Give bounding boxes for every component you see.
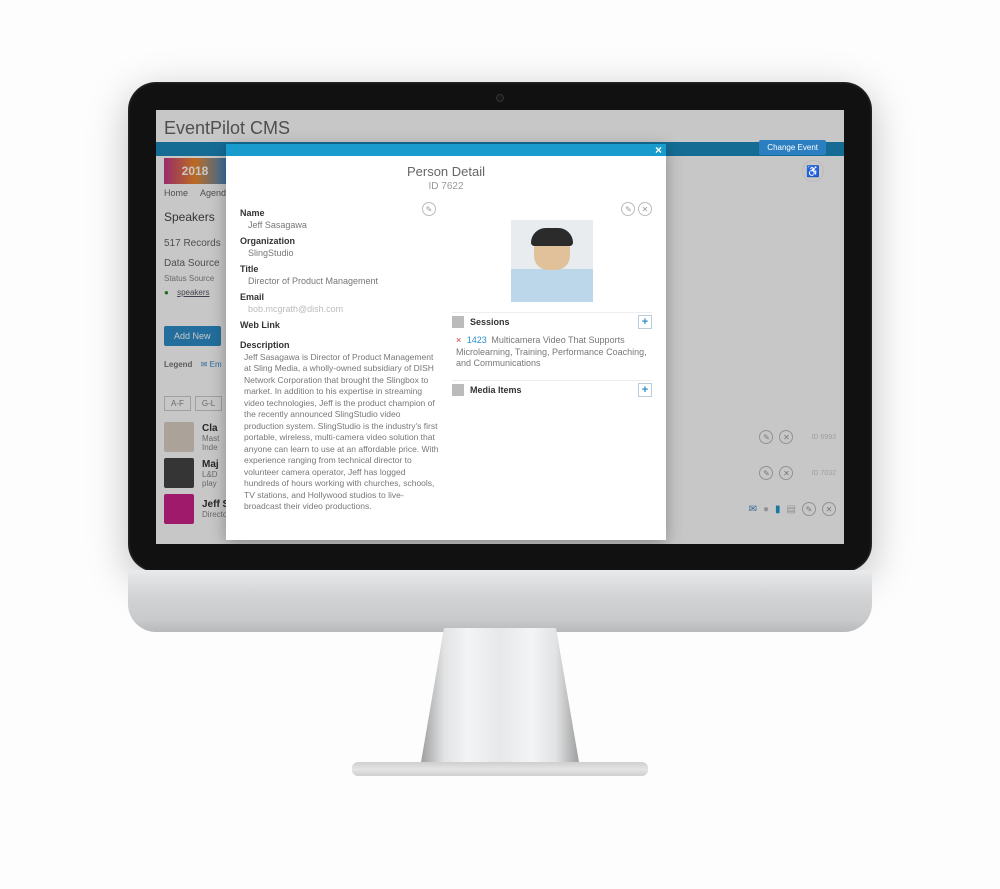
- gray-dot-icon: ●: [763, 504, 769, 515]
- filter-gl[interactable]: G-L: [195, 396, 222, 411]
- mail-icon[interactable]: ✉: [749, 504, 757, 515]
- monitor-stand-neck: [420, 628, 580, 768]
- sessions-header: Sessions +: [452, 312, 652, 331]
- person-detail-modal: × Person Detail ID 7622 ✎ Name Jeff Sasa…: [226, 144, 666, 540]
- org-label: Organization: [240, 236, 440, 246]
- email-label: Email: [240, 292, 440, 302]
- user-round-icon[interactable]: ♿: [802, 160, 824, 182]
- add-session-button[interactable]: +: [638, 315, 652, 329]
- edit-photo-icon[interactable]: ✎: [621, 202, 635, 216]
- delete-icon[interactable]: ✕: [779, 430, 793, 444]
- org-value: SlingStudio: [248, 248, 440, 258]
- edit-icon[interactable]: ✎: [759, 466, 773, 480]
- session-id[interactable]: 1423: [467, 335, 487, 345]
- row-id: ID 7032: [811, 470, 836, 477]
- edit-icon[interactable]: ✎: [759, 430, 773, 444]
- data-source-link[interactable]: speakers: [177, 288, 209, 297]
- legend-label: Legend: [164, 360, 192, 369]
- event-logo-badge: 2018: [164, 158, 226, 184]
- weblink-label: Web Link: [240, 320, 440, 330]
- avatar: [164, 422, 194, 452]
- legend-row: Legend ✉ Em: [164, 360, 222, 369]
- media-icon: [452, 384, 464, 396]
- brand-title: EventPilot CMS: [164, 118, 290, 139]
- edit-icon[interactable]: ✎: [802, 502, 816, 516]
- status-dot-icon: ●: [164, 288, 169, 297]
- delete-icon[interactable]: ✕: [779, 466, 793, 480]
- data-source-label: Data Source: [164, 258, 220, 269]
- add-new-button[interactable]: Add New: [164, 326, 221, 346]
- media-label: Media Items: [470, 385, 638, 395]
- modal-subtitle: ID 7622: [226, 181, 666, 192]
- page-title: Speakers: [164, 210, 215, 224]
- description-label: Description: [240, 340, 440, 350]
- avatar: [164, 458, 194, 488]
- remove-session-icon[interactable]: ×: [456, 335, 461, 345]
- sessions-icon: [452, 316, 464, 328]
- data-source-columns: Status Source: [164, 274, 214, 283]
- nav-home[interactable]: Home: [164, 188, 188, 198]
- edit-name-icon[interactable]: ✎: [422, 202, 436, 216]
- close-icon[interactable]: ×: [655, 143, 662, 157]
- title-value: Director of Product Management: [248, 276, 440, 286]
- name-label: Name: [240, 208, 440, 218]
- doc-icon[interactable]: ▮: [775, 504, 781, 515]
- monitor-chin: [128, 570, 872, 632]
- filter-pills: A-F G-L: [164, 396, 222, 411]
- cal-icon[interactable]: ▤: [787, 504, 796, 515]
- email-value: bob.mcgrath@dish.com: [248, 304, 440, 314]
- modal-header: ×: [226, 144, 666, 156]
- name-value: Jeff Sasagawa: [248, 220, 440, 230]
- add-media-button[interactable]: +: [638, 383, 652, 397]
- monitor-frame: EventPilot CMS Change Event 2018 ♿ Home …: [128, 82, 872, 572]
- sessions-label: Sessions: [470, 317, 638, 327]
- session-item[interactable]: × 1423 Multicamera Video That Supports M…: [456, 335, 652, 370]
- data-source-row: ● speakers: [164, 288, 210, 297]
- row-id: ID 6993: [811, 434, 836, 441]
- person-photo: [511, 220, 593, 302]
- screen: EventPilot CMS Change Event 2018 ♿ Home …: [156, 110, 844, 544]
- delete-icon[interactable]: ✕: [822, 502, 836, 516]
- camera-dot: [496, 94, 504, 102]
- filter-af[interactable]: A-F: [164, 396, 191, 411]
- monitor-stand-base: [352, 762, 648, 776]
- legend-email-icon: ✉ Em: [201, 360, 222, 369]
- media-header: Media Items +: [452, 380, 652, 399]
- change-event-button[interactable]: Change Event: [759, 140, 826, 155]
- modal-title: Person Detail: [226, 164, 666, 179]
- record-count: 517 Records: [164, 238, 221, 249]
- avatar: [164, 494, 194, 524]
- delete-photo-icon[interactable]: ✕: [638, 202, 652, 216]
- description-value: Jeff Sasagawa is Director of Product Man…: [244, 352, 440, 513]
- title-label: Title: [240, 264, 440, 274]
